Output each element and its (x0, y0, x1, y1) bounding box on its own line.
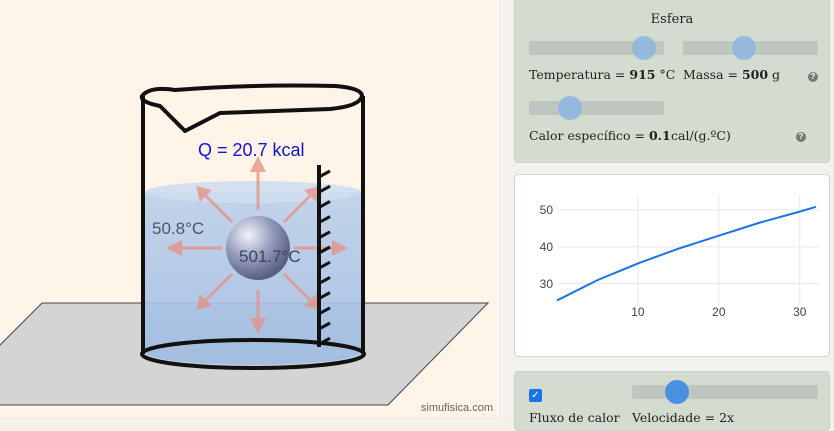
heat-label: Q = 20.7 kcal (198, 140, 305, 160)
temperature-slider[interactable] (529, 36, 664, 60)
control-panel: Esfera Temperatura = 915 °C Massa = 500 … (500, 0, 834, 431)
mass-label: Massa = 500 g (683, 67, 781, 82)
beaker-rim (139, 83, 364, 133)
sphere-controls-card: Esfera Temperatura = 915 °C Massa = 500 … (514, 0, 830, 163)
specific-heat-unit: cal/(g.ºC) (671, 128, 731, 143)
heat-flow-checkbox[interactable]: ✓ (529, 389, 542, 402)
specific-heat-label: Calor específico = 0.1 (529, 128, 671, 143)
mass-slider-thumb[interactable] (731, 36, 756, 60)
specific-heat-help-icon[interactable]: ? (796, 132, 806, 142)
sphere-title: Esfera (650, 12, 694, 27)
water-surface (145, 181, 361, 203)
heat-flow-label: Fluxo de calor (529, 410, 620, 425)
credit: simufisica.com (420, 402, 493, 414)
speed-label: Velocidade = 2x (632, 410, 735, 425)
specific-heat-slider-thumb[interactable] (557, 96, 582, 120)
simulation-area: Q = 20.7 kcal 50.8°C 501.7°C simufisica.… (0, 0, 499, 417)
chart-y-tick-label: 40 (540, 240, 554, 254)
chart-y-tick-label: 50 (540, 203, 554, 217)
temperature-chart-card: 30 40 50 10 20 30 (514, 174, 830, 357)
speed-slider-thumb[interactable] (664, 380, 689, 404)
chart-y-tick-label: 30 (540, 277, 554, 291)
chart-x-tick-label: 30 (793, 305, 807, 319)
mass-help-icon[interactable]: ? (808, 72, 818, 82)
sphere-temperature-label: 501.7°C (239, 247, 301, 266)
speed-slider[interactable] (632, 380, 818, 404)
specific-heat-slider[interactable] (529, 96, 664, 120)
water-temperature-label: 50.8°C (152, 219, 204, 238)
temperature-chart: 30 40 50 10 20 30 (540, 195, 820, 319)
mass-slider[interactable] (683, 36, 818, 60)
temperature-slider-thumb[interactable] (631, 36, 656, 60)
simulation-controls-card: ✓ Fluxo de calor Velocidade = 2x (514, 371, 830, 431)
chart-x-tick-label: 10 (631, 305, 645, 319)
temperature-label: Temperatura = 915 °C (529, 67, 676, 82)
chart-x-tick-label: 20 (712, 305, 726, 319)
simulation-canvas: Q = 20.7 kcal 50.8°C 501.7°C (0, 83, 490, 406)
chart-series-line (556, 205, 817, 302)
